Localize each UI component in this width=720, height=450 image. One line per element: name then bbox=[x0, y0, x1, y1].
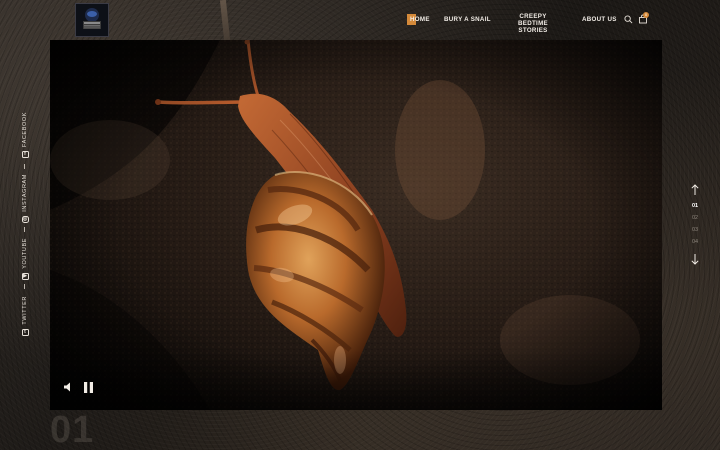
social-twitter[interactable]: TWITTER t bbox=[16, 296, 34, 336]
social-divider bbox=[24, 284, 25, 289]
nav-about-us[interactable]: ABOUT US bbox=[582, 16, 617, 23]
volume-icon[interactable] bbox=[63, 381, 75, 393]
social-sidebar: FACEBOOK f INSTAGRAM ◎ YOUTUBE ▶ TWITTER… bbox=[16, 112, 34, 336]
pause-icon[interactable] bbox=[82, 381, 95, 394]
slide-indicator-04[interactable]: 04 bbox=[684, 239, 706, 245]
current-slide-number: 01 bbox=[50, 409, 95, 450]
background-twig bbox=[219, 0, 231, 41]
search-icon[interactable] bbox=[624, 15, 633, 24]
slide-indicator-03[interactable]: 03 bbox=[684, 227, 706, 233]
nav-creepy-line-1: CREEPY BEDTIME bbox=[518, 13, 548, 27]
social-divider bbox=[24, 227, 25, 232]
youtube-icon: ▶ bbox=[21, 272, 29, 280]
nav-creepy-line-2: STORIES bbox=[518, 27, 548, 34]
nav-bury-a-snail[interactable]: BURY A SNAIL bbox=[444, 16, 491, 23]
social-instagram[interactable]: INSTAGRAM ◎ bbox=[16, 174, 34, 223]
social-instagram-label: INSTAGRAM bbox=[22, 174, 28, 212]
nav-creepy-bedtime-stories[interactable]: CREEPY BEDTIME STORIES bbox=[504, 13, 562, 34]
video-controls-overlay bbox=[50, 350, 662, 410]
nav-home[interactable]: HOME bbox=[407, 14, 433, 25]
social-divider bbox=[24, 164, 25, 169]
social-youtube[interactable]: YOUTUBE ▶ bbox=[16, 238, 34, 280]
page: HOME BURY A SNAIL CREEPY BEDTIME STORIES… bbox=[0, 0, 720, 450]
arrow-up-icon[interactable] bbox=[690, 184, 700, 196]
cart-count-badge: 0 bbox=[643, 12, 649, 18]
social-facebook-label: FACEBOOK bbox=[22, 112, 28, 148]
hero-video[interactable] bbox=[50, 40, 662, 410]
social-facebook[interactable]: FACEBOOK f bbox=[16, 112, 34, 159]
logo-graphic bbox=[76, 4, 108, 36]
social-twitter-label: TWITTER bbox=[22, 296, 28, 325]
facebook-icon: f bbox=[21, 151, 29, 159]
social-youtube-label: YOUTUBE bbox=[22, 238, 28, 269]
site-logo[interactable] bbox=[75, 3, 109, 37]
twitter-icon: t bbox=[21, 328, 29, 336]
instagram-icon: ◎ bbox=[21, 215, 29, 223]
slide-navigation: 01 02 03 04 bbox=[684, 184, 706, 268]
slide-indicator-02[interactable]: 02 bbox=[684, 215, 706, 221]
slide-indicator-01[interactable]: 01 bbox=[684, 203, 706, 209]
arrow-down-icon[interactable] bbox=[690, 253, 700, 265]
